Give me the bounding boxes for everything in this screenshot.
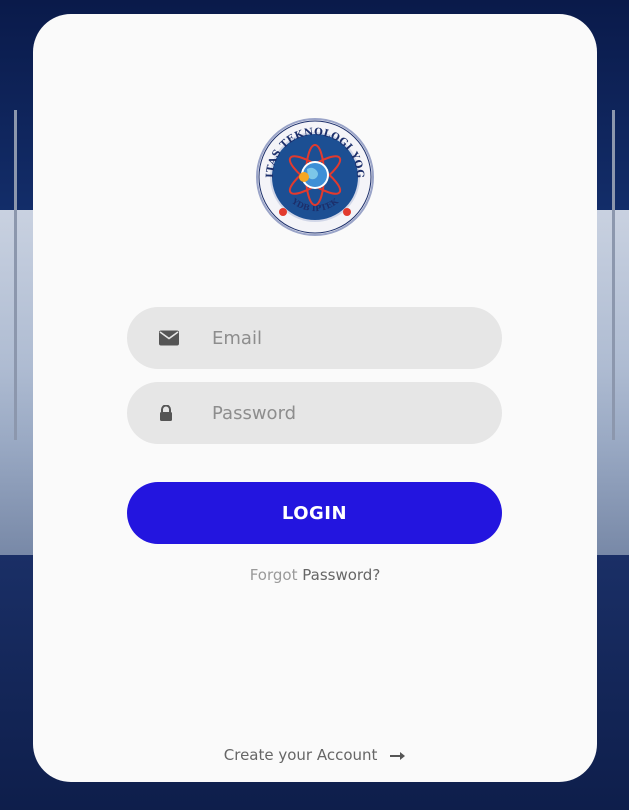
login-button[interactable]: LOGIN	[127, 482, 502, 544]
forgot-password-line: Forgot Password?	[33, 566, 597, 584]
password-field-container[interactable]	[127, 382, 502, 444]
create-account-link[interactable]: Create your Account	[224, 746, 378, 764]
arrow-right-icon[interactable]	[390, 747, 406, 765]
email-input[interactable]	[212, 307, 482, 369]
password-input[interactable]	[212, 382, 482, 444]
create-account-line[interactable]: Create your Account	[33, 746, 597, 765]
background-flagpole	[612, 110, 615, 440]
forgot-prefix: Forgot	[249, 566, 298, 584]
background-flagpole	[14, 110, 17, 440]
email-field-container[interactable]	[127, 307, 502, 369]
lock-icon	[159, 405, 173, 421]
forgot-password-link[interactable]: Password?	[302, 566, 380, 584]
login-card: UNIVERSITAS TEKNOLOGI YOGYAKARTA YDB IPT…	[33, 14, 597, 782]
envelope-icon	[159, 330, 179, 346]
university-logo: UNIVERSITAS TEKNOLOGI YOGYAKARTA YDB IPT…	[255, 117, 374, 236]
